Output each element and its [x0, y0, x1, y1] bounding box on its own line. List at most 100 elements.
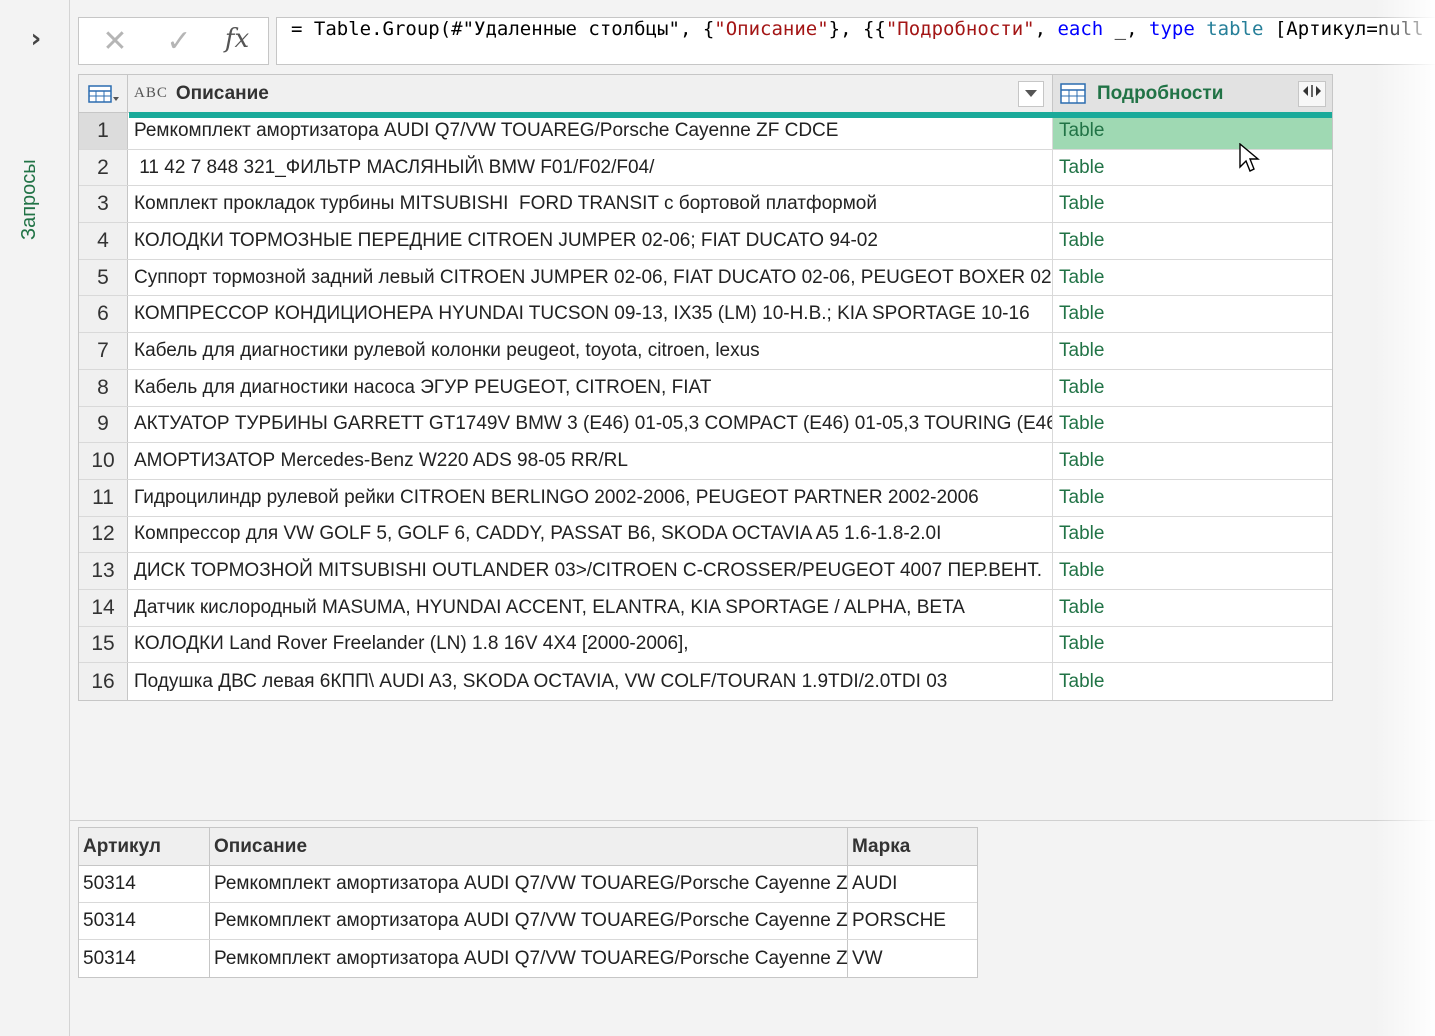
text-type-icon[interactable]: ABC	[134, 85, 168, 102]
details-table-link[interactable]: Table	[1053, 407, 1332, 443]
details-table-link[interactable]: Table	[1053, 517, 1332, 553]
description-cell[interactable]: 11 42 7 848 321_ФИЛЬТР МАСЛЯНЫЙ\ BMW F01…	[128, 149, 1053, 186]
row-number[interactable]: 16	[79, 663, 128, 700]
preview-description-cell: Ремкомплект амортизатора AUDI Q7/VW TOUA…	[210, 940, 848, 977]
table-row[interactable]: 9 АКТУАТОР ТУРБИНЫ GARRETT GT1749V BMW 3 …	[79, 406, 1332, 444]
description-cell[interactable]: КОЛОДКИ ТОРМОЗНЫЕ ПЕРЕДНИЕ CITROEN JUMPE…	[128, 223, 1053, 259]
table-header: ABC Описание Подробности	[79, 75, 1332, 118]
row-number[interactable]: 11	[79, 479, 128, 516]
formula-token: table	[1206, 18, 1264, 40]
column-header-description[interactable]: ABC Описание	[128, 75, 1053, 112]
table-row[interactable]: 10 АМОРТИЗАТОР Mercedes-Benz W220 ADS 98-…	[79, 443, 1332, 480]
description-cell[interactable]: Гидроцилиндр рулевой рейки CITROEN BERLI…	[128, 479, 1053, 516]
table-body: 1 Ремкомплект амортизатора AUDI Q7/VW TOU…	[79, 113, 1332, 700]
row-number[interactable]: 9	[79, 406, 128, 443]
confirm-icon[interactable]: ✓	[159, 24, 199, 59]
row-number[interactable]: 2	[79, 149, 128, 186]
details-table-link[interactable]: Table	[1053, 223, 1332, 259]
details-table-link[interactable]: Table	[1053, 296, 1332, 332]
formula-input[interactable]: = Table.Group(#"Удаленные столбцы", {"Оп…	[276, 17, 1435, 65]
formula-token: ,	[1034, 18, 1058, 40]
description-cell[interactable]: Подушка ДВС левая 6КПП\ AUDI A3, SKODA O…	[128, 663, 1053, 700]
table-row[interactable]: 1 Ремкомплект амортизатора AUDI Q7/VW TOU…	[79, 113, 1332, 150]
table-row[interactable]: 7 Кабель для диагностики рулевой колонки …	[79, 333, 1332, 370]
description-cell[interactable]: Компрессор для VW GOLF 5, GOLF 6, CADDY,…	[128, 516, 1053, 553]
row-number[interactable]: 5	[79, 259, 128, 296]
row-number[interactable]: 10	[79, 443, 128, 479]
filter-dropdown-icon[interactable]	[1018, 81, 1044, 107]
table-row[interactable]: 3 Комплект прокладок турбины MITSUBISHI F…	[79, 186, 1332, 224]
details-table-link[interactable]: Table	[1053, 443, 1332, 479]
row-number[interactable]: 13	[79, 553, 128, 589]
table-row[interactable]: 8 Кабель для диагностики насоса ЭГУР PEUG…	[79, 369, 1332, 407]
preview-row: 50314 Ремкомплект амортизатора AUDI Q7/VW…	[79, 903, 977, 940]
right-edge-shadow	[1375, 0, 1435, 1036]
expand-queries-chevron-icon[interactable]: ›	[22, 24, 50, 54]
row-number[interactable]: 7	[79, 333, 128, 369]
table-row[interactable]: 2 11 42 7 848 321_ФИЛЬТР МАСЛЯНЫЙ\ BMW F…	[79, 149, 1332, 187]
details-table-link[interactable]: Table	[1053, 370, 1332, 406]
table-row[interactable]: 5 Суппорт тормозной задний левый CITROEN …	[79, 259, 1332, 297]
mouse-pointer-icon	[1238, 142, 1260, 180]
description-cell[interactable]: Суппорт тормозной задний левый CITROEN J…	[128, 259, 1053, 296]
column-header-details[interactable]: Подробности	[1053, 75, 1332, 112]
details-table-link[interactable]: Table	[1053, 627, 1332, 663]
row-number[interactable]: 3	[79, 186, 128, 223]
row-number[interactable]: 12	[79, 516, 128, 553]
description-cell[interactable]: Кабель для диагностики насоса ЭГУР PEUGE…	[128, 369, 1053, 406]
description-cell[interactable]: КОМПРЕССОР КОНДИЦИОНЕРА HYUNDAI TUCSON 0…	[128, 296, 1053, 333]
table-type-icon[interactable]	[1057, 75, 1097, 113]
row-number[interactable]: 6	[79, 296, 128, 333]
row-number[interactable]: 4	[79, 223, 128, 259]
description-cell[interactable]: Комплект прокладок турбины MITSUBISHI FO…	[128, 186, 1053, 223]
details-table-link[interactable]: Table	[1053, 186, 1332, 222]
formula-token: [Артикул=null	[1263, 18, 1424, 40]
table-row[interactable]: 4 КОЛОДКИ ТОРМОЗНЫЕ ПЕРЕДНИЕ CITROEN JUMP…	[79, 223, 1332, 260]
table-row[interactable]: 11 Гидроцилиндр рулевой рейки CITROEN BER…	[79, 479, 1332, 517]
table-row[interactable]: 15 КОЛОДКИ Land Rover Freelander (LN) 1.8…	[79, 626, 1332, 664]
formula-token: }, {{	[828, 18, 886, 40]
table-row[interactable]: 14 Датчик кислородный MASUMA, HYUNDAI ACC…	[79, 589, 1332, 627]
row-number[interactable]: 15	[79, 626, 128, 663]
details-table-link[interactable]: Table	[1053, 553, 1332, 589]
preview-brand-cell: AUDI	[852, 873, 898, 894]
preview-article-cell: 50314	[79, 903, 210, 939]
formula-buttons: ✕ ✓ fx	[78, 17, 269, 65]
description-cell[interactable]: АМОРТИЗАТОР Mercedes-Benz W220 ADS 98-05…	[128, 443, 1053, 479]
preview-row: 50314 Ремкомплект амортизатора AUDI Q7/VW…	[79, 866, 977, 903]
details-table-link[interactable]: Table	[1053, 113, 1332, 149]
row-number[interactable]: 14	[79, 589, 128, 626]
row-number[interactable]: 1	[79, 113, 128, 149]
details-table-link[interactable]: Table	[1053, 663, 1332, 700]
formula-token: "Описание"	[714, 18, 829, 40]
editor-area: ✕ ✓ fx = Table.Group(#"Удаленные столбцы…	[70, 0, 1435, 1036]
preview-brand-cell: PORSCHE	[852, 910, 946, 931]
details-table-link[interactable]: Table	[1053, 333, 1332, 369]
formula-token: _,	[1103, 18, 1149, 40]
cancel-icon[interactable]: ✕	[95, 24, 135, 59]
details-table-link[interactable]: Table	[1053, 150, 1332, 186]
description-cell[interactable]: Датчик кислородный MASUMA, HYUNDAI ACCEN…	[128, 589, 1053, 626]
description-cell[interactable]: Ремкомплект амортизатора AUDI Q7/VW TOUA…	[128, 113, 1053, 149]
column-title-details: Подробности	[1097, 82, 1224, 104]
details-table-link[interactable]: Table	[1053, 480, 1332, 516]
description-cell[interactable]: ДИСК ТОРМОЗНОЙ MITSUBISHI OUTLANDER 03>/…	[128, 553, 1053, 589]
details-table-link[interactable]: Table	[1053, 260, 1332, 296]
description-cell[interactable]: КОЛОДКИ Land Rover Freelander (LN) 1.8 1…	[128, 626, 1053, 663]
formula-token: = Table.Group(#	[291, 18, 463, 40]
table-row[interactable]: 16 Подушка ДВС левая 6КПП\ AUDI A3, SKODA…	[79, 663, 1332, 700]
table-row[interactable]: 6 КОМПРЕССОР КОНДИЦИОНЕРА HYUNDAI TUCSON …	[79, 296, 1332, 334]
description-cell[interactable]: Кабель для диагностики рулевой колонки p…	[128, 333, 1053, 369]
table-row[interactable]: 12 Компрессор для VW GOLF 5, GOLF 6, CADD…	[79, 516, 1332, 554]
table-row[interactable]: 13 ДИСК ТОРМОЗНОЙ MITSUBISHI OUTLANDER 03…	[79, 553, 1332, 590]
preview-header-article: Артикул	[79, 828, 210, 865]
queries-sidebar: › Запросы	[0, 0, 70, 1036]
queries-label[interactable]: Запросы	[18, 159, 41, 240]
row-number[interactable]: 8	[79, 369, 128, 406]
description-cell[interactable]: АКТУАТОР ТУРБИНЫ GARRETT GT1749V BMW 3 (…	[128, 406, 1053, 443]
table-menu-icon[interactable]	[79, 75, 128, 112]
expand-column-icon[interactable]	[1298, 81, 1326, 107]
fx-icon[interactable]: fx	[217, 24, 257, 58]
details-table-link[interactable]: Table	[1053, 590, 1332, 626]
preview-divider[interactable]	[70, 820, 1435, 821]
